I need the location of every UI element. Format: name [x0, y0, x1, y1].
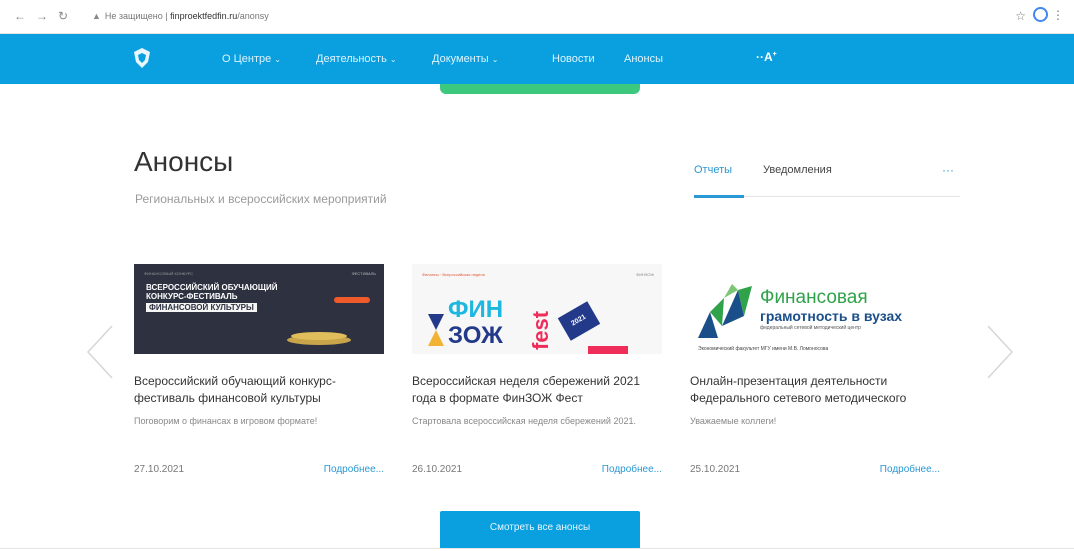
- card-date: 27.10.2021: [134, 464, 185, 475]
- url-host: finproektfedfin.ru: [170, 11, 238, 21]
- bookmark-star-icon[interactable]: ☆: [1015, 9, 1026, 23]
- profile-icon[interactable]: [1033, 7, 1048, 22]
- warning-icon: ▲: [92, 11, 101, 21]
- card-title[interactable]: Онлайн-презентация деятельности Федераль…: [690, 373, 940, 407]
- green-tab-decoration: [440, 84, 640, 94]
- url-field[interactable]: ▲ Не защищено | finproektfedfin.ru/anonsy: [92, 10, 269, 22]
- reload-icon[interactable]: ↻: [58, 9, 68, 23]
- page-subtitle: Региональных и всероссийских мероприятий: [135, 192, 387, 206]
- card-description: Стартовала всероссийская неделя сбережен…: [412, 416, 636, 426]
- card-image[interactable]: Финансы · Всероссийская неделя ФИНЗОЖ ФИ…: [412, 264, 662, 354]
- chevron-down-icon: ⌄: [274, 55, 281, 64]
- nav-item-about[interactable]: О Центре ⌄: [222, 52, 281, 67]
- coins-graphic: [287, 332, 351, 345]
- read-more-link[interactable]: Подробнее...: [880, 464, 940, 475]
- browser-address-bar: ← → ↻ ▲ Не защищено | finproektfedfin.ru/…: [0, 0, 1074, 34]
- tab-notifications[interactable]: Уведомления: [763, 163, 832, 177]
- forward-arrow-icon[interactable]: →: [36, 9, 48, 23]
- card-description: Уважаемые коллеги!: [690, 416, 777, 426]
- mosaic-logo-icon: [698, 284, 752, 338]
- card-image[interactable]: Финансовая грамотность в вузах федеральн…: [690, 264, 940, 354]
- card-title[interactable]: Всероссийская неделя сбережений 2021 год…: [412, 373, 662, 407]
- read-more-link[interactable]: Подробнее...: [602, 464, 662, 475]
- security-label: Не защищено: [104, 11, 163, 21]
- site-navigation: О Центре ⌄ Деятельность ⌄ Документы ⌄ Новос…: [0, 34, 1074, 84]
- chevron-down-icon: ⌄: [491, 55, 499, 64]
- read-more-link[interactable]: Подробнее...: [324, 464, 384, 475]
- url-path: /anonsy: [237, 11, 269, 21]
- card-description: Поговорим о финансах в игровом формате!: [134, 416, 318, 426]
- font-size-toggle[interactable]: ··A+: [756, 50, 777, 64]
- page-title: Анонсы: [134, 146, 234, 177]
- card-date: 26.10.2021: [412, 464, 463, 475]
- bottom-divider: [0, 548, 1074, 549]
- url-separator: |: [165, 11, 168, 21]
- card-date: 25.10.2021: [690, 464, 741, 475]
- nav-item-documents[interactable]: Документы ⌄: [432, 52, 498, 67]
- view-all-announcements-button[interactable]: Смотреть все анонсы: [440, 511, 640, 549]
- nav-item-announcements[interactable]: Анонсы: [624, 52, 663, 66]
- back-arrow-icon[interactable]: ←: [14, 9, 26, 23]
- emblem-icon[interactable]: [132, 47, 152, 69]
- active-tab-indicator: [694, 195, 744, 198]
- chevron-down-icon: ⌄: [389, 55, 397, 64]
- tab-more[interactable]: ···: [942, 163, 954, 177]
- card-image[interactable]: ФИНАНСОВЫЙ КОНКУРС ФЕСТИВАЛЬ ВСЕРОССИЙСК…: [134, 264, 384, 354]
- chevron-right-icon[interactable]: [982, 322, 1030, 382]
- nav-item-news[interactable]: Новости: [552, 52, 595, 66]
- nav-item-activity[interactable]: Деятельность ⌄: [316, 52, 397, 67]
- tab-reports[interactable]: Отчеты: [694, 163, 732, 177]
- browser-menu-icon[interactable]: ⋮: [1052, 8, 1064, 22]
- chevron-left-icon[interactable]: [82, 322, 130, 382]
- card-title[interactable]: Всероссийский обучающий конкурс-фестивал…: [134, 373, 384, 407]
- hourglass-icon: [428, 314, 444, 346]
